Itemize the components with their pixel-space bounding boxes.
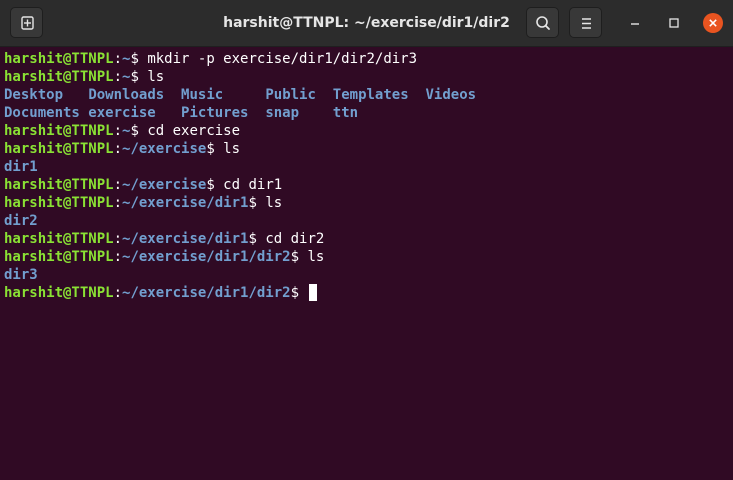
prompt-path: ~/exercise <box>122 141 207 157</box>
directory-entry: exercise <box>88 105 156 121</box>
menu-button[interactable] <box>569 7 602 38</box>
directory-entry: Downloads <box>88 87 165 103</box>
prompt-path: ~/exercise/dir1/dir2 <box>122 249 291 265</box>
prompt-path: ~/exercise/dir1 <box>122 231 249 247</box>
prompt-user: harshit@TTNPL <box>4 123 114 139</box>
prompt-line: harshit@TTNPL:~$ cd exercise <box>4 122 733 140</box>
prompt-separator: : <box>113 177 123 193</box>
terminal-window: harshit@TTNPL: ~/exercise/dir1/dir2 hars… <box>0 0 733 480</box>
prompt-separator: : <box>113 249 123 265</box>
directory-entry: Templates <box>332 87 409 103</box>
prompt-separator: : <box>113 69 123 85</box>
prompt-dollar: $ <box>290 285 308 301</box>
prompt-dollar: $ <box>206 177 224 193</box>
prompt-separator: : <box>113 231 123 247</box>
prompt-line: harshit@TTNPL:~$ ls <box>4 68 733 86</box>
prompt-line: harshit@TTNPL:~/exercise$ ls <box>4 140 733 158</box>
directory-entry: Music <box>181 87 224 103</box>
prompt-dollar: $ <box>206 141 224 157</box>
command-text: ls <box>307 249 325 265</box>
prompt-dollar: $ <box>130 69 148 85</box>
prompt-path: ~/exercise <box>122 177 207 193</box>
maximize-button[interactable] <box>664 13 684 33</box>
close-button[interactable] <box>703 13 723 33</box>
prompt-line: harshit@TTNPL:~$ mkdir -p exercise/dir1/… <box>4 50 733 68</box>
prompt-path: ~/exercise/dir1/dir2 <box>122 285 291 301</box>
command-text: ls <box>223 141 241 157</box>
command-text: cd dir1 <box>223 177 283 193</box>
hamburger-icon <box>582 18 591 29</box>
ls-output-line: Documents exercise Pictures snap ttn <box>4 104 733 122</box>
directory-entry: Pictures <box>181 105 249 121</box>
directory-entry: Videos <box>425 87 477 103</box>
directory-entry: Documents <box>4 105 80 121</box>
prompt-path: ~/exercise/dir1 <box>122 195 249 211</box>
new-tab-button[interactable] <box>10 7 43 38</box>
command-text: mkdir -p exercise/dir1/dir2/dir3 <box>147 51 418 67</box>
directory-entry: dir3 <box>4 267 38 283</box>
command-text: ls <box>147 69 165 85</box>
prompt-user: harshit@TTNPL <box>4 177 114 193</box>
directory-entry: dir1 <box>4 159 38 175</box>
prompt-dollar: $ <box>248 195 266 211</box>
ls-output-line: Desktop Downloads Music Public Templates… <box>4 86 733 104</box>
minimize-icon <box>631 23 639 25</box>
ls-output-line: dir2 <box>4 212 733 230</box>
window-title: harshit@TTNPL: ~/exercise/dir1/dir2 <box>223 15 510 31</box>
prompt-line: harshit@TTNPL:~/exercise/dir1/dir2$ ls <box>4 248 733 266</box>
prompt-user: harshit@TTNPL <box>4 51 114 67</box>
command-text: cd exercise <box>147 123 241 139</box>
prompt-dollar: $ <box>290 249 308 265</box>
new-tab-icon <box>21 16 34 30</box>
prompt-separator: : <box>113 123 123 139</box>
prompt-user: harshit@TTNPL <box>4 195 114 211</box>
search-button[interactable] <box>526 7 559 38</box>
prompt-user: harshit@TTNPL <box>4 249 114 265</box>
prompt-separator: : <box>113 51 123 67</box>
maximize-icon <box>669 18 679 28</box>
prompt-user: harshit@TTNPL <box>4 69 114 85</box>
prompt-user: harshit@TTNPL <box>4 231 114 247</box>
directory-entry: dir2 <box>4 213 38 229</box>
command-text: ls <box>265 195 283 211</box>
prompt-line: harshit@TTNPL:~/exercise/dir1/dir2$ <box>4 284 733 302</box>
prompt-dollar: $ <box>248 231 266 247</box>
prompt-dollar: $ <box>130 51 148 67</box>
directory-entry: snap <box>265 105 300 121</box>
directory-entry: ttn <box>332 105 359 121</box>
directory-entry: Desktop <box>4 87 64 103</box>
minimize-button[interactable] <box>625 13 645 33</box>
title-bar[interactable]: harshit@TTNPL: ~/exercise/dir1/dir2 <box>0 0 733 47</box>
prompt-line: harshit@TTNPL:~/exercise/dir1$ ls <box>4 194 733 212</box>
ls-output-line: dir1 <box>4 158 733 176</box>
prompt-separator: : <box>113 195 123 211</box>
prompt-separator: : <box>113 285 123 301</box>
ls-output-line: dir3 <box>4 266 733 284</box>
text-cursor <box>309 284 318 301</box>
prompt-separator: : <box>113 141 123 157</box>
prompt-line: harshit@TTNPL:~/exercise$ cd dir1 <box>4 176 733 194</box>
prompt-dollar: $ <box>130 123 148 139</box>
command-text: cd dir2 <box>265 231 325 247</box>
directory-entry: Public <box>265 87 316 103</box>
prompt-line: harshit@TTNPL:~/exercise/dir1$ cd dir2 <box>4 230 733 248</box>
close-icon <box>703 13 723 33</box>
search-icon <box>536 16 550 30</box>
prompt-user: harshit@TTNPL <box>4 141 114 157</box>
prompt-user: harshit@TTNPL <box>4 285 114 301</box>
terminal-output[interactable]: harshit@TTNPL:~$ mkdir -p exercise/dir1/… <box>0 47 733 480</box>
